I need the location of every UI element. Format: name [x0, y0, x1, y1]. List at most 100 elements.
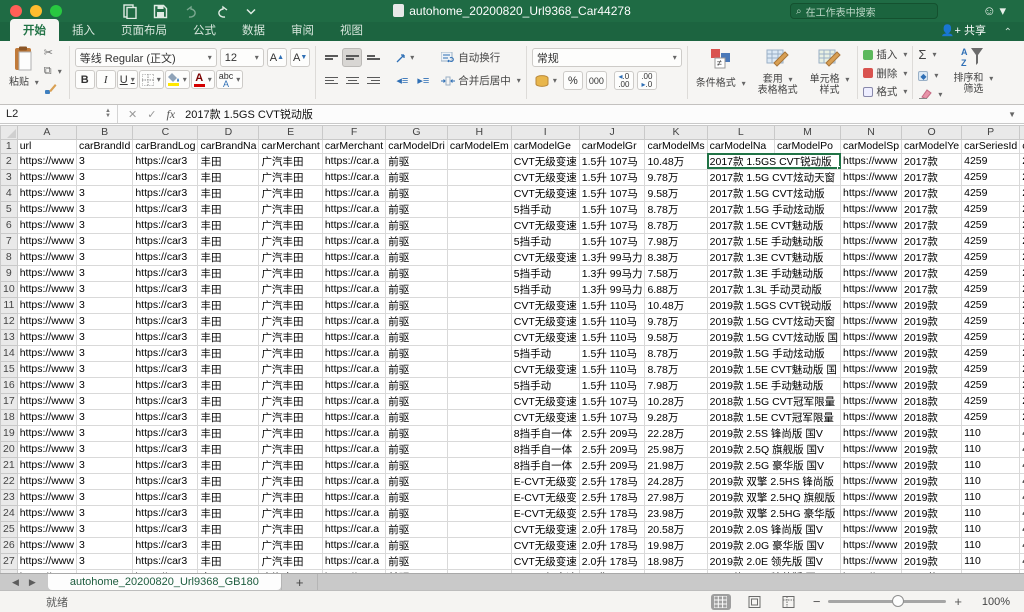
- collapse-ribbon-icon[interactable]: ⌃: [1004, 27, 1012, 38]
- column-header-Q[interactable]: Q: [1019, 125, 1024, 140]
- cell-J13[interactable]: 1.5升 110马: [578, 328, 646, 346]
- cell-H5[interactable]: [446, 200, 512, 218]
- cell-C8[interactable]: https://car3: [132, 248, 199, 266]
- cell-Q20[interactable]: 4: [1019, 440, 1024, 458]
- cell-K1[interactable]: carModelMs: [644, 138, 708, 154]
- cell-L9[interactable]: 2017款 1.3E 手动魅动版: [706, 264, 842, 282]
- cell-P19[interactable]: 110: [961, 424, 1021, 442]
- cell-O11[interactable]: 2019款: [901, 296, 963, 314]
- cell-J23[interactable]: 2.5升 178马: [578, 488, 646, 506]
- cell-D25[interactable]: 丰田: [197, 520, 260, 538]
- cell-J17[interactable]: 1.5升 107马: [578, 392, 646, 410]
- cell-D16[interactable]: 丰田: [197, 376, 260, 394]
- cell-H24[interactable]: [446, 504, 512, 522]
- row-header-11[interactable]: 11: [0, 296, 18, 314]
- cell-I1[interactable]: carModelGe: [510, 138, 580, 154]
- cell-P4[interactable]: 4259: [961, 184, 1021, 202]
- cell-Q10[interactable]: 2: [1019, 280, 1024, 298]
- cell-H26[interactable]: [446, 536, 512, 554]
- cell-P18[interactable]: 4259: [961, 408, 1021, 426]
- shrink-font-button[interactable]: A ▼: [290, 48, 311, 67]
- cell-N20[interactable]: https://www: [840, 440, 903, 458]
- cell-B24[interactable]: 3: [75, 504, 134, 522]
- cell-E17[interactable]: 广汽丰田: [258, 392, 323, 410]
- cell-N18[interactable]: https://www: [840, 408, 903, 426]
- fill-button[interactable]: ◆ ▾: [918, 70, 942, 81]
- cell-E24[interactable]: 广汽丰田: [258, 504, 323, 522]
- cell-O8[interactable]: 2017款: [901, 248, 963, 266]
- cell-F4[interactable]: https://car.a: [321, 184, 387, 202]
- cell-C10[interactable]: https://car3: [132, 280, 199, 298]
- cell-O7[interactable]: 2017款: [901, 232, 963, 250]
- cell-G13[interactable]: 前驱: [385, 328, 448, 346]
- cell-J18[interactable]: 1.5升 107马: [578, 408, 646, 426]
- cell-B18[interactable]: 3: [75, 408, 134, 426]
- cell-B17[interactable]: 3: [75, 392, 134, 410]
- cell-D15[interactable]: 丰田: [197, 360, 260, 378]
- cell-P5[interactable]: 4259: [961, 200, 1021, 218]
- cell-N27[interactable]: https://www: [840, 552, 903, 570]
- ribbon-tab-1[interactable]: 开始: [10, 19, 59, 41]
- cell-Q22[interactable]: 4: [1019, 472, 1024, 490]
- increase-indent-button[interactable]: ▸≡: [413, 71, 433, 90]
- cell-E23[interactable]: 广汽丰田: [258, 488, 323, 506]
- cell-Q16[interactable]: 2: [1019, 376, 1024, 394]
- cell-Q19[interactable]: 4: [1019, 424, 1024, 442]
- cell-F16[interactable]: https://car.a: [321, 376, 387, 394]
- cell-B15[interactable]: 3: [75, 360, 134, 378]
- cell-O6[interactable]: 2017款: [901, 216, 963, 234]
- cell-D5[interactable]: 丰田: [197, 200, 260, 218]
- cell-D20[interactable]: 丰田: [197, 440, 260, 458]
- cell-H21[interactable]: [446, 456, 512, 474]
- cell-C1[interactable]: carBrandLog: [132, 138, 199, 154]
- cell-C14[interactable]: https://car3: [132, 344, 199, 362]
- cell-D23[interactable]: 丰田: [197, 488, 260, 506]
- cell-I26[interactable]: CVT无级变速: [510, 536, 580, 554]
- cell-P13[interactable]: 4259: [961, 328, 1021, 346]
- cell-H1[interactable]: carModelEm: [446, 138, 512, 154]
- cell-G21[interactable]: 前驱: [385, 456, 448, 474]
- cell-H14[interactable]: [446, 344, 512, 362]
- cell-L26[interactable]: 2019款 2.0G 豪华版 国V: [706, 536, 842, 554]
- cell-L1[interactable]: carModelNa: [706, 138, 775, 154]
- cell-L19[interactable]: 2019款 2.5S 锋尚版 国V: [706, 424, 842, 442]
- cell-C21[interactable]: https://car3: [132, 456, 199, 474]
- cell-K25[interactable]: 20.58万: [644, 520, 708, 538]
- cell-H15[interactable]: [446, 360, 512, 378]
- cell-F5[interactable]: https://car.a: [321, 200, 387, 218]
- cell-O20[interactable]: 2019款: [901, 440, 963, 458]
- row-header-16[interactable]: 16: [0, 376, 18, 394]
- cell-G23[interactable]: 前驱: [385, 488, 448, 506]
- new-workbook-icon[interactable]: [122, 3, 137, 19]
- autosum-button[interactable]: Σ ▾: [918, 47, 942, 62]
- cell-B23[interactable]: 3: [75, 488, 134, 506]
- column-header-A[interactable]: A: [16, 125, 77, 140]
- column-header-G[interactable]: G: [385, 125, 448, 140]
- cell-Q6[interactable]: 2: [1019, 216, 1024, 234]
- row-header-8[interactable]: 8: [0, 248, 18, 266]
- cell-G10[interactable]: 前驱: [385, 280, 448, 298]
- cell-D26[interactable]: 丰田: [197, 536, 260, 554]
- cell-K4[interactable]: 9.58万: [644, 184, 708, 202]
- cell-G14[interactable]: 前驱: [385, 344, 448, 362]
- cell-L21[interactable]: 2019款 2.5G 豪华版 国V: [706, 456, 842, 474]
- cell-F19[interactable]: https://car.a: [321, 424, 387, 442]
- cell-C24[interactable]: https://car3: [132, 504, 199, 522]
- cell-G7[interactable]: 前驱: [385, 232, 448, 250]
- cell-K9[interactable]: 7.58万: [644, 264, 708, 282]
- orientation-button[interactable]: ▾: [392, 48, 417, 67]
- align-bottom-button[interactable]: [363, 48, 383, 67]
- cell-O26[interactable]: 2019款: [901, 536, 963, 554]
- cell-E5[interactable]: 广汽丰田: [258, 200, 323, 218]
- cell-J3[interactable]: 1.5升 107马: [578, 168, 646, 186]
- cell-H4[interactable]: [446, 184, 512, 202]
- cell-N2[interactable]: https://www: [840, 152, 903, 170]
- zoom-slider[interactable]: [828, 595, 947, 607]
- cell-P10[interactable]: 4259: [961, 280, 1021, 298]
- cell-K5[interactable]: 8.78万: [644, 200, 708, 218]
- cell-P7[interactable]: 4259: [961, 232, 1021, 250]
- cell-J25[interactable]: 2.0升 178马: [578, 520, 646, 538]
- cell-O15[interactable]: 2019款: [901, 360, 963, 378]
- cell-K22[interactable]: 24.28万: [644, 472, 708, 490]
- row-header-25[interactable]: 25: [0, 520, 18, 538]
